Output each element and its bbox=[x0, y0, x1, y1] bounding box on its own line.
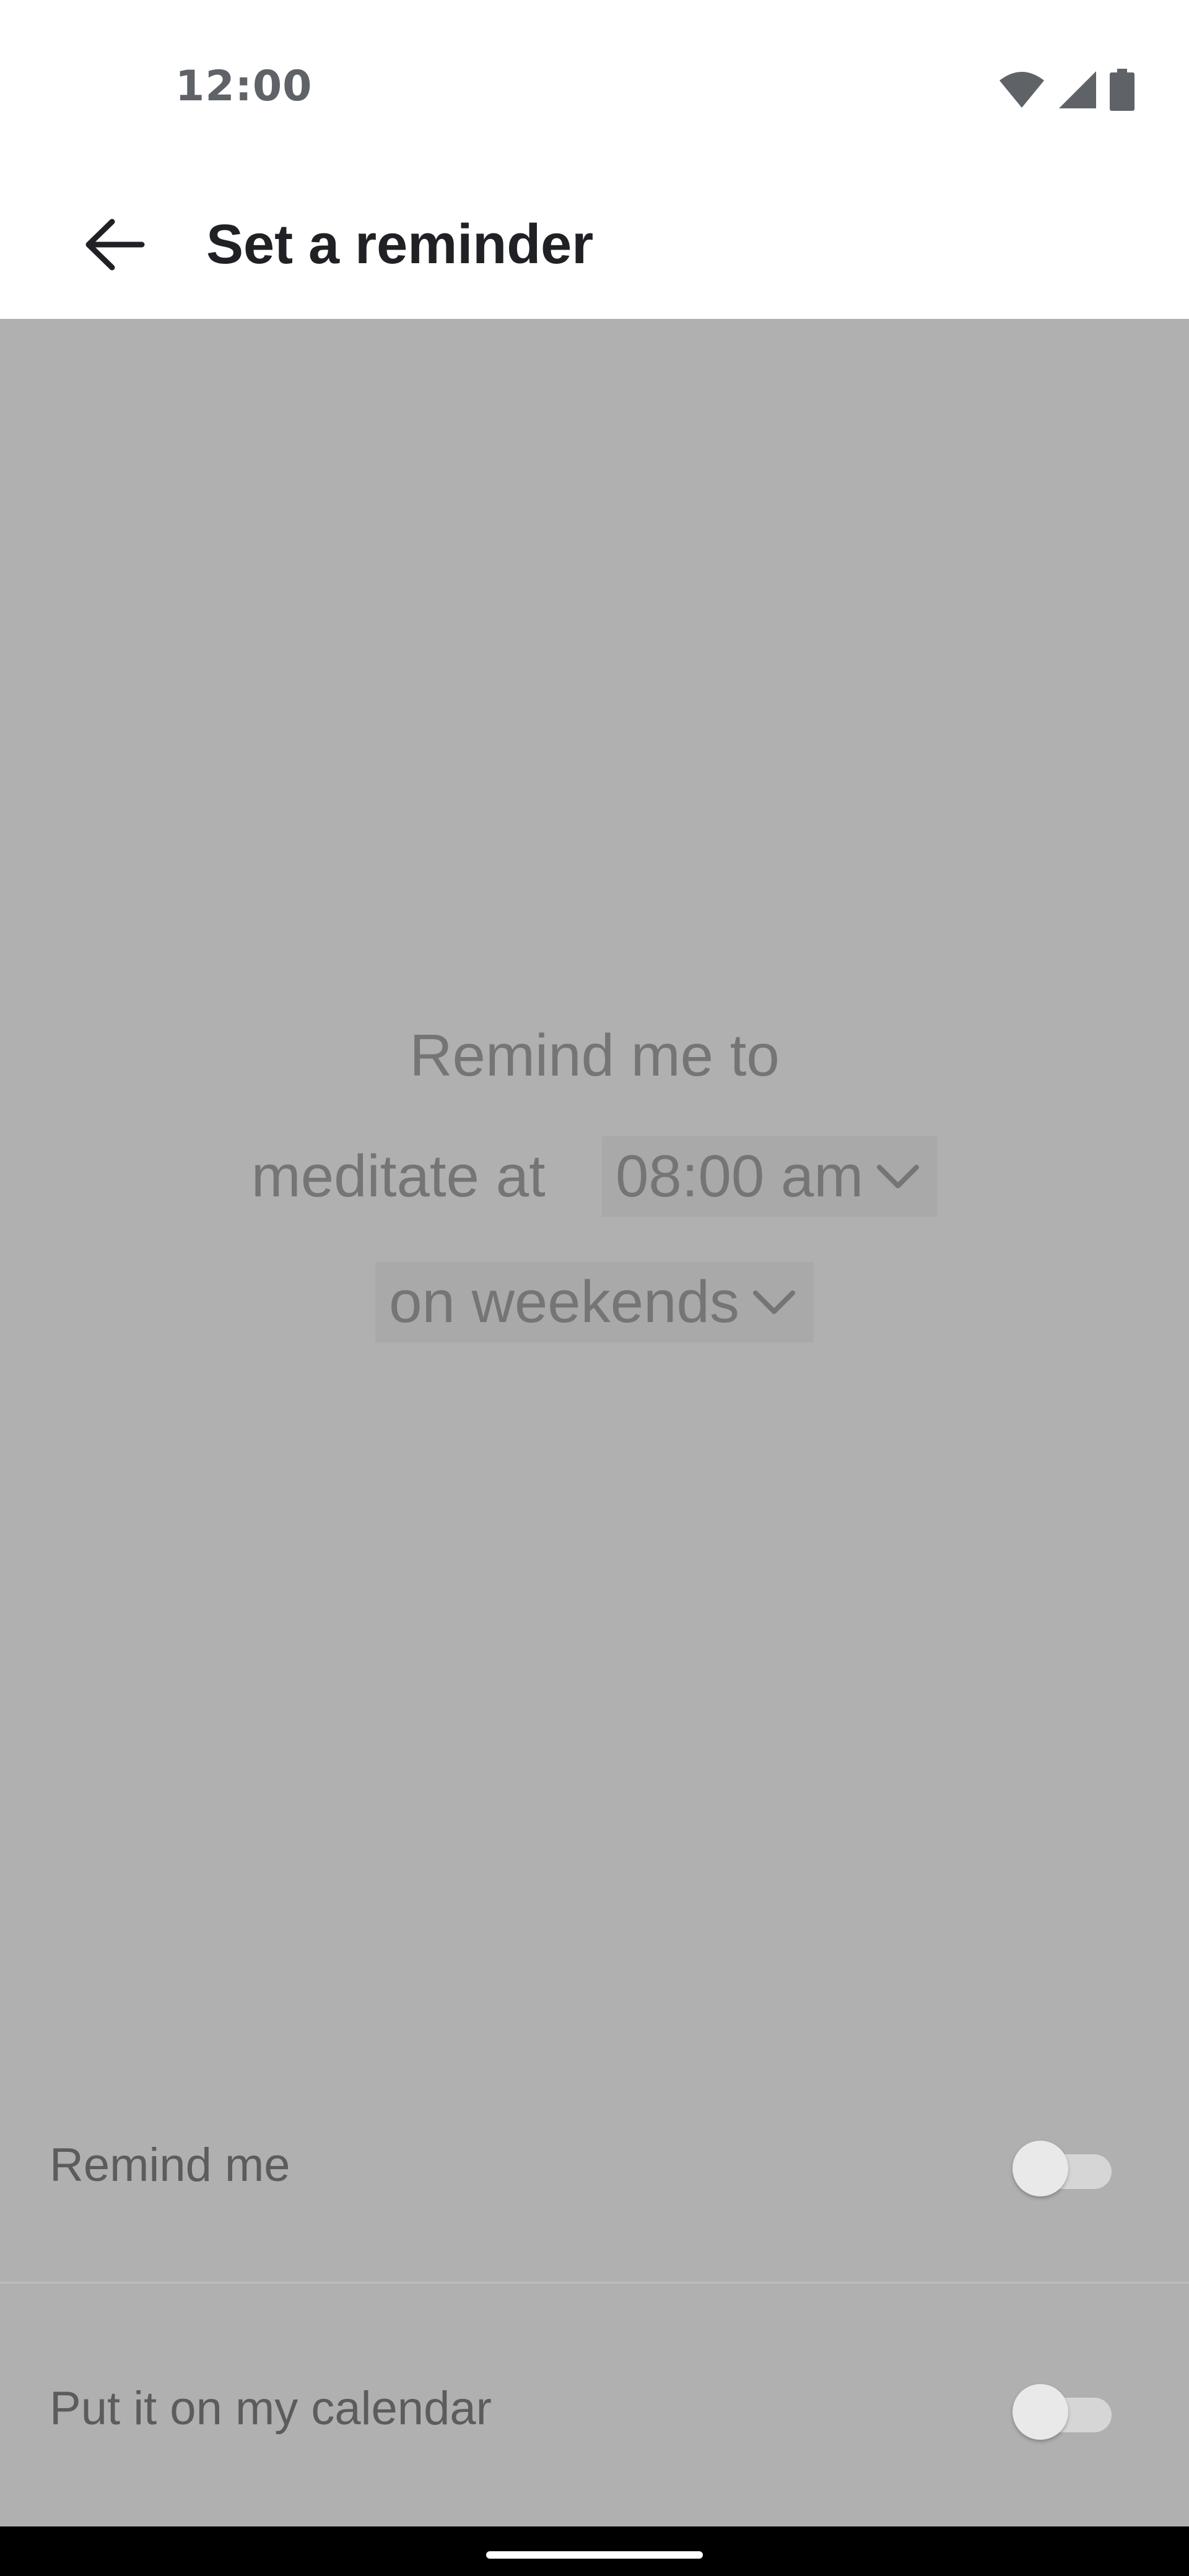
system-icons bbox=[998, 68, 1135, 111]
remind-me-label: Remind me bbox=[50, 2139, 290, 2191]
cellular-signal-icon bbox=[1059, 71, 1096, 108]
remind-me-row: Remind me bbox=[0, 2060, 1189, 2271]
activity-text: meditate at bbox=[251, 1143, 546, 1209]
status-time: 12:00 bbox=[175, 62, 313, 111]
wifi-icon bbox=[1000, 72, 1044, 108]
days-dropdown[interactable]: on weekends bbox=[375, 1262, 814, 1342]
reminder-days-line: on weekends bbox=[0, 1262, 1189, 1342]
home-gesture-handle[interactable] bbox=[486, 2551, 703, 2559]
remind-me-toggle[interactable] bbox=[1013, 2141, 1112, 2196]
chevron-down-icon bbox=[752, 1290, 795, 1314]
page-title: Set a reminder bbox=[206, 214, 594, 276]
back-button[interactable] bbox=[71, 201, 158, 288]
reminder-time-line: meditate at 08:00 am bbox=[0, 1136, 1189, 1217]
time-value: 08:00 am bbox=[616, 1143, 864, 1209]
arrow-left-icon bbox=[85, 219, 145, 271]
calendar-row: Put it on my calendar bbox=[0, 2304, 1189, 2514]
days-value: on weekends bbox=[389, 1269, 739, 1335]
battery-icon bbox=[1110, 69, 1135, 111]
toggle-thumb bbox=[1013, 2141, 1068, 2196]
calendar-toggle[interactable] bbox=[1013, 2384, 1112, 2440]
app-bar: Set a reminder bbox=[0, 176, 1189, 319]
navigation-bar bbox=[0, 2526, 1189, 2576]
reminder-prefix: Remind me to bbox=[409, 1022, 780, 1089]
chevron-down-icon bbox=[877, 1165, 920, 1188]
toggle-thumb bbox=[1013, 2384, 1068, 2440]
calendar-label: Put it on my calendar bbox=[50, 2382, 492, 2435]
time-dropdown[interactable]: 08:00 am bbox=[602, 1136, 938, 1217]
divider bbox=[0, 2282, 1189, 2284]
status-bar: 12:00 bbox=[0, 0, 1189, 176]
